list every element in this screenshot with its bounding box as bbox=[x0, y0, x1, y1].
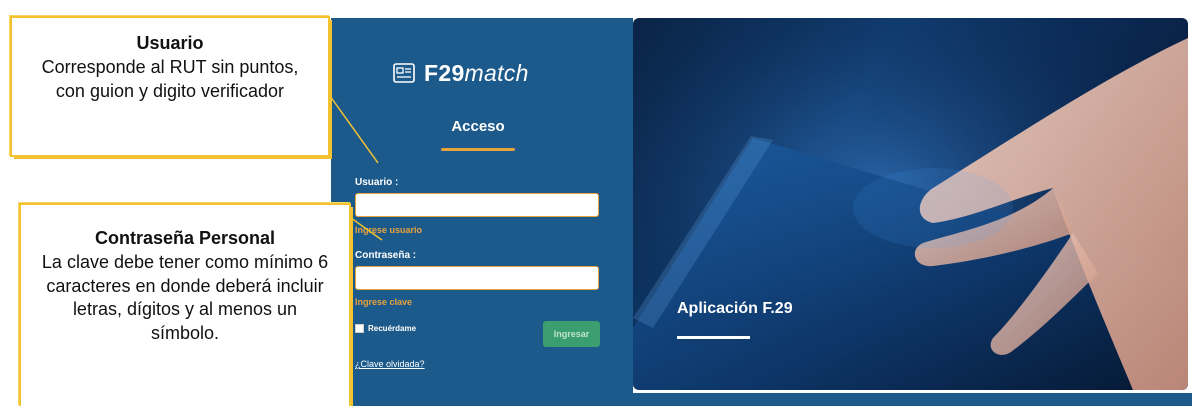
user-annotation-title: Usuario bbox=[136, 33, 204, 53]
password-annotation-title: Contraseña Personal bbox=[94, 228, 276, 248]
user-annotation: Usuario Corresponde al RUT sin puntos, c… bbox=[10, 16, 330, 157]
password-annotation: Contraseña Personal La clave debe tener … bbox=[19, 203, 351, 406]
user-annotation-text: Corresponde al RUT sin puntos, con guion… bbox=[41, 56, 299, 101]
password-annotation-text: La clave debe tener como mínimo 6 caract… bbox=[41, 251, 329, 343]
